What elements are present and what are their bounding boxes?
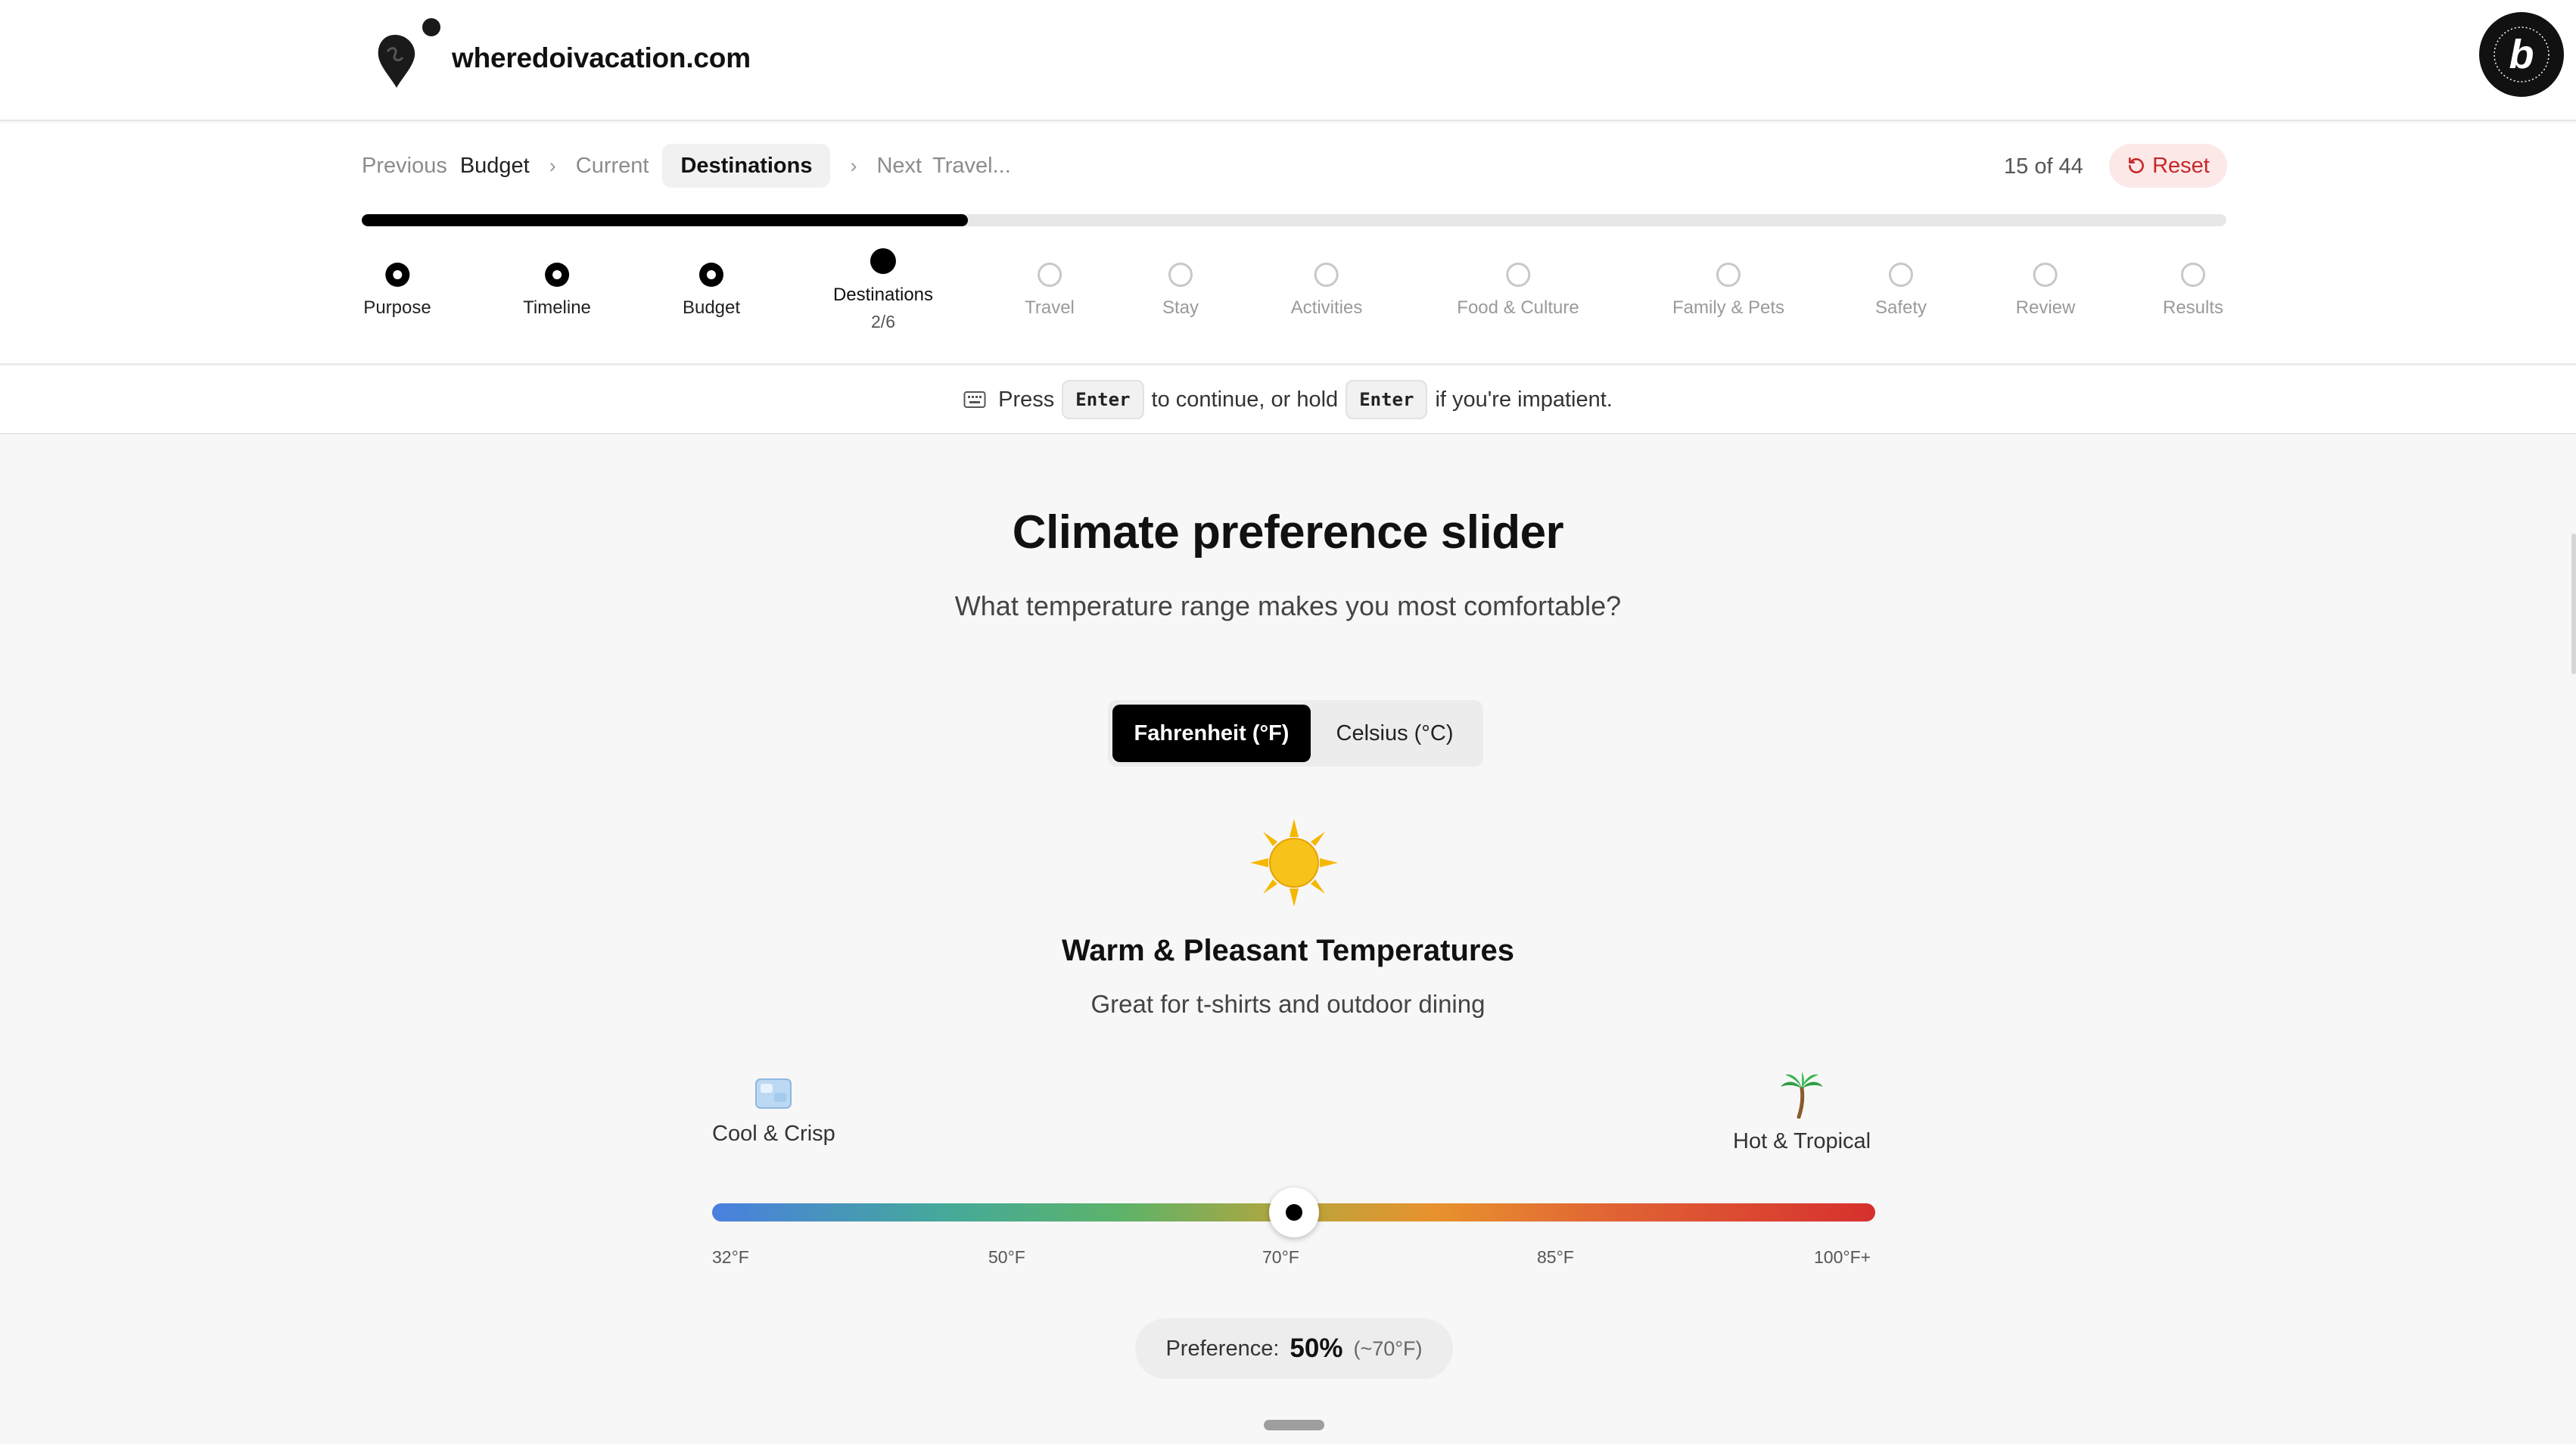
sun-icon — [1250, 819, 1338, 907]
step-review[interactable]: Review — [2015, 263, 2076, 319]
step-food-culture[interactable]: Food & Culture — [1457, 263, 1579, 319]
step-done-dot-icon — [545, 263, 569, 287]
step-family-pets[interactable]: Family & Pets — [1672, 263, 1784, 319]
enter-key-badge: Enter — [1346, 380, 1428, 419]
step-label: Budget — [682, 297, 741, 318]
preference-note: (~70°F) — [1353, 1337, 1423, 1360]
step-label: Safety — [1874, 297, 1927, 318]
step-todo-dot-icon — [1888, 263, 1913, 287]
slider-max-label: Hot & Tropical — [1733, 1129, 1871, 1153]
step-travel[interactable]: Travel — [1025, 263, 1075, 319]
step-todo-dot-icon — [1168, 263, 1193, 287]
step-indicators: Purpose Timeline Budget Destinations 2/6 Trav… — [0, 123, 2576, 365]
celsius-button[interactable]: Celsius (°C) — [1311, 705, 1479, 762]
step-destinations[interactable]: Destinations 2/6 — [833, 248, 933, 332]
step-label: Timeline — [523, 297, 591, 318]
step-label: Stay — [1162, 297, 1199, 318]
step-results[interactable]: Results — [2163, 263, 2223, 319]
preference-value: 50% — [1290, 1334, 1343, 1363]
slider-min-end: Cool & Crisp — [712, 1075, 835, 1147]
keyboard-hint-bar: Press Enter to continue, or hold Enter i… — [0, 366, 2576, 434]
step-todo-dot-icon — [1716, 263, 1741, 287]
slider-min-label: Cool & Crisp — [712, 1122, 835, 1146]
fahrenheit-button[interactable]: Fahrenheit (°F) — [1112, 705, 1311, 762]
step-timeline[interactable]: Timeline — [523, 263, 591, 319]
top-bar: wheredoivacation.com b — [0, 0, 2576, 121]
scroll-handle[interactable] — [1264, 1420, 1324, 1430]
slider-tick-label: 85°F — [1537, 1247, 1574, 1267]
slider-max-end: Hot & Tropical — [1733, 1072, 1871, 1154]
preference-readout: Preference: 50% (~70°F) — [1135, 1318, 1453, 1379]
question-subtitle: What temperature range makes you most co… — [954, 590, 1622, 621]
question-title: Climate preference slider — [1012, 506, 1564, 559]
step-todo-dot-icon — [1314, 263, 1339, 287]
hint-press: Press — [998, 387, 1055, 412]
hint-middle: to continue, or hold — [1151, 387, 1339, 412]
wizard-nav-panel: Previous Budget › Current Destinations ›… — [0, 123, 2576, 365]
step-progress: 2/6 — [871, 312, 895, 331]
keyboard-icon — [963, 391, 986, 408]
step-stay[interactable]: Stay — [1162, 263, 1199, 319]
enter-key-badge: Enter — [1062, 380, 1144, 419]
temperature-category-title: Warm & Pleasant Temperatures — [1062, 934, 1514, 967]
step-current-dot-icon — [870, 248, 896, 274]
step-done-dot-icon — [384, 263, 409, 287]
slider-tick-label: 32°F — [712, 1247, 749, 1267]
step-label: Activities — [1290, 297, 1363, 318]
powered-by-bolt-badge[interactable]: b — [2476, 9, 2567, 100]
step-todo-dot-icon — [1505, 263, 1530, 287]
step-budget[interactable]: Budget — [683, 263, 740, 319]
step-label: Family & Pets — [1672, 297, 1785, 318]
step-done-dot-icon — [698, 263, 723, 287]
step-todo-dot-icon — [2181, 263, 2205, 287]
hint-end: if you're impatient. — [1435, 387, 1613, 412]
svg-text:b: b — [2509, 32, 2534, 77]
step-label: Results — [2162, 297, 2224, 318]
step-todo-dot-icon — [1037, 263, 1062, 287]
climate-slider-thumb[interactable] — [1268, 1187, 1319, 1237]
step-label: Travel — [1025, 297, 1075, 318]
map-pin-logo-icon[interactable] — [372, 18, 445, 91]
temperature-category-description: Great for t-shirts and outdoor dining — [1090, 990, 1486, 1018]
step-label: Review — [2015, 297, 2076, 318]
step-purpose[interactable]: Purpose — [363, 263, 431, 319]
palm-tree-icon — [1781, 1072, 1824, 1119]
preference-label: Preference: — [1165, 1336, 1280, 1361]
ice-cube-icon — [755, 1078, 792, 1109]
scrollbar-thumb[interactable] — [2571, 534, 2576, 674]
slider-tick-label: 70°F — [1262, 1247, 1299, 1267]
step-todo-dot-icon — [2033, 263, 2058, 287]
step-label: Purpose — [363, 297, 431, 318]
step-activities[interactable]: Activities — [1290, 263, 1363, 319]
slider-tick-label: 50°F — [988, 1247, 1025, 1267]
site-name[interactable]: wheredoivacation.com — [452, 42, 751, 74]
step-safety[interactable]: Safety — [1875, 263, 1927, 319]
step-label: Food & Culture — [1457, 297, 1579, 318]
slider-tick-label: 100°F+ — [1814, 1247, 1871, 1267]
unit-toggle: Fahrenheit (°F) Celsius (°C) — [1108, 700, 1483, 767]
step-label: Destinations — [832, 285, 934, 305]
